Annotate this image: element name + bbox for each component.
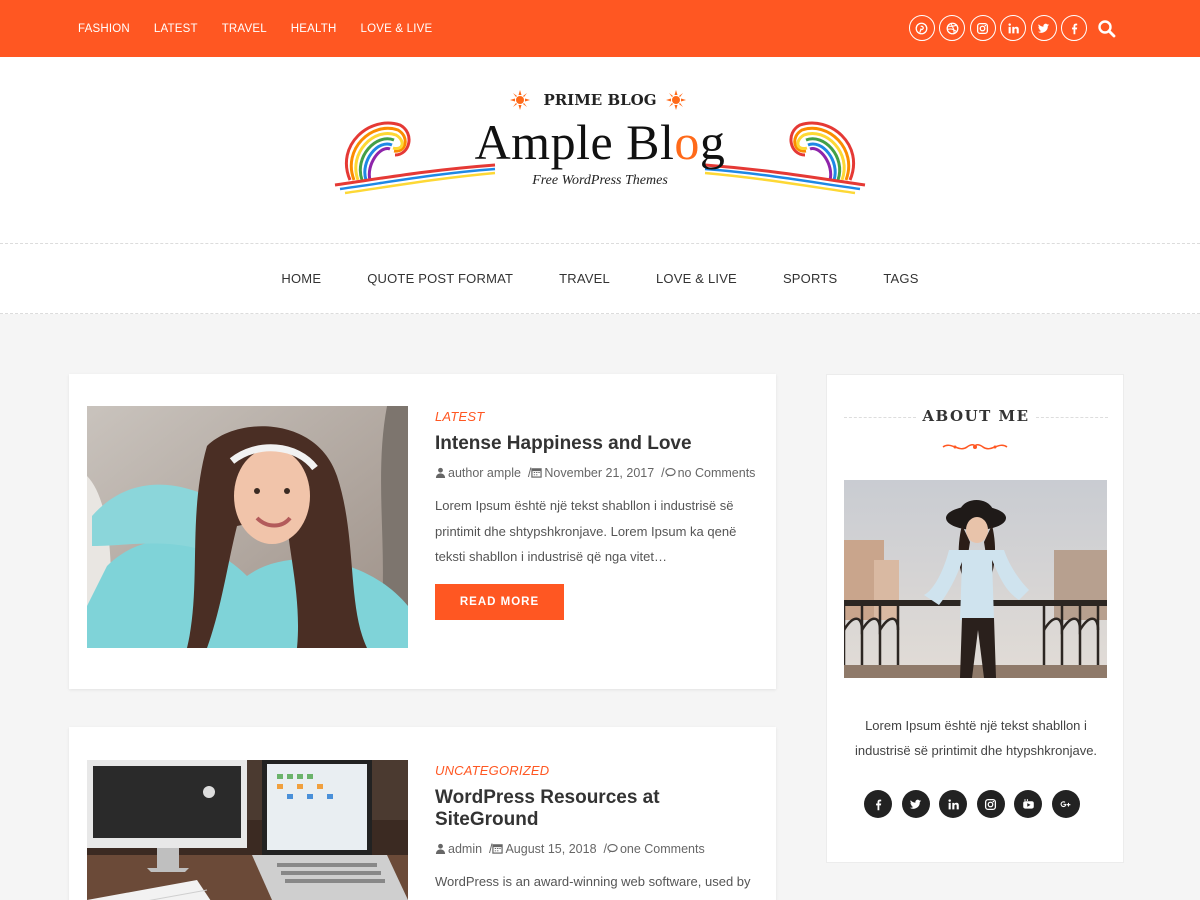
- post-author[interactable]: author ample: [448, 466, 521, 480]
- site-logo[interactable]: PRIME BLOG Ample Blog Free WordPress The…: [330, 85, 870, 205]
- post-category[interactable]: UNCATEGORIZED: [435, 763, 549, 778]
- nav-quote-post-format[interactable]: QUOTE POST FORMAT: [367, 271, 513, 286]
- top-bar: FASHION LATEST TRAVEL HEALTH LOVE & LIVE: [0, 0, 1200, 57]
- dribbble-icon[interactable]: [939, 15, 965, 41]
- calendar-icon: [492, 844, 504, 854]
- post-title[interactable]: WordPress Resources at SiteGround: [435, 787, 757, 831]
- ornament-icon: [942, 444, 1008, 450]
- post-card: UNCATEGORIZED WordPress Resources at Sit…: [69, 727, 776, 900]
- top-nav-health[interactable]: HEALTH: [291, 23, 337, 35]
- post-thumbnail[interactable]: [87, 760, 408, 900]
- nav-home[interactable]: HOME: [281, 271, 321, 286]
- post-author[interactable]: admin: [448, 842, 482, 856]
- linkedin-icon[interactable]: [939, 790, 967, 818]
- user-icon: [435, 843, 446, 854]
- top-nav-travel[interactable]: TRAVEL: [222, 23, 267, 35]
- search-icon[interactable]: [1097, 19, 1117, 39]
- top-social-links: [904, 15, 1087, 41]
- top-nav: FASHION LATEST TRAVEL HEALTH LOVE & LIVE: [66, 0, 444, 57]
- linkedin-icon[interactable]: [1000, 15, 1026, 41]
- youtube-icon[interactable]: [1014, 790, 1042, 818]
- widget-title: ABOUT ME: [922, 407, 1030, 425]
- logo-title: Ample Blog: [474, 114, 726, 170]
- post-comments[interactable]: one Comments: [620, 842, 705, 856]
- post-title[interactable]: Intense Happiness and Love: [435, 433, 757, 455]
- nav-sports[interactable]: SPORTS: [783, 271, 837, 286]
- post-meta: author ample / November 21, 2017 /no Comm…: [435, 464, 757, 483]
- calendar-icon: [531, 468, 543, 478]
- comment-icon: [607, 843, 618, 854]
- widget-title-wrap: ABOUT ME: [844, 407, 1108, 427]
- post-body: LATEST Intense Happiness and Love author…: [435, 408, 757, 620]
- post-excerpt: Lorem Ipsum është një tekst shabllon i i…: [435, 498, 737, 564]
- logo-prime-text: PRIME BLOG: [543, 91, 657, 109]
- instagram-icon[interactable]: [969, 15, 996, 41]
- twitter-icon[interactable]: [1030, 15, 1057, 41]
- twitter-icon[interactable]: [901, 790, 930, 818]
- instagram-icon[interactable]: [976, 790, 1005, 818]
- logo-tagline: Free WordPress Themes: [532, 173, 668, 188]
- user-icon: [435, 467, 446, 478]
- post-date[interactable]: August 15, 2018: [505, 842, 596, 856]
- pinterest-icon[interactable]: [908, 15, 935, 41]
- main-nav: HOME QUOTE POST FORMAT TRAVEL LOVE & LIV…: [0, 243, 1200, 314]
- top-nav-love-live[interactable]: LOVE & LIVE: [361, 23, 433, 35]
- top-nav-latest[interactable]: LATEST: [154, 23, 198, 35]
- widget-social-links: [864, 790, 1089, 818]
- post-card: LATEST Intense Happiness and Love author…: [69, 374, 776, 689]
- site-header: PRIME BLOG Ample Blog Free WordPress The…: [0, 57, 1200, 243]
- about-me-text: Lorem Ipsum është një tekst shabllon i i…: [854, 718, 1098, 758]
- post-excerpt: WordPress is an award-winning web softwa…: [435, 874, 751, 900]
- about-me-photo: [844, 480, 1107, 678]
- top-nav-fashion[interactable]: FASHION: [78, 23, 130, 35]
- facebook-icon[interactable]: [864, 790, 892, 818]
- nav-travel[interactable]: TRAVEL: [559, 271, 610, 286]
- facebook-icon[interactable]: [1061, 15, 1087, 41]
- nav-tags[interactable]: TAGS: [883, 271, 918, 286]
- comment-icon: [664, 467, 676, 478]
- about-me-widget: ABOUT ME Lorem Ipsum është një tekst sha…: [826, 374, 1124, 863]
- post-comments[interactable]: no Comments: [678, 466, 756, 480]
- google-plus-icon[interactable]: [1051, 790, 1080, 818]
- nav-love-live[interactable]: LOVE & LIVE: [656, 271, 737, 286]
- post-body: UNCATEGORIZED WordPress Resources at Sit…: [435, 762, 757, 900]
- post-category[interactable]: LATEST: [435, 409, 484, 424]
- post-thumbnail[interactable]: [87, 406, 408, 648]
- read-more-button[interactable]: READ MORE: [435, 583, 564, 620]
- post-date[interactable]: November 21, 2017: [544, 466, 654, 480]
- post-meta: admin / August 15, 2018 /one Comments: [435, 840, 757, 859]
